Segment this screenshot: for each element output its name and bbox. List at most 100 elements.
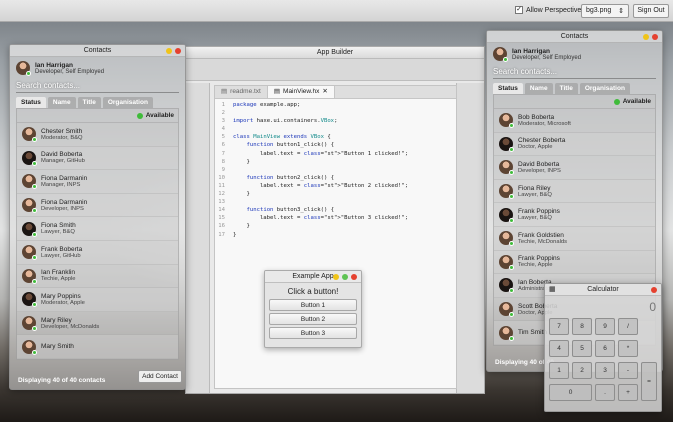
button-1[interactable]: Button 1 <box>269 299 357 311</box>
contact-role: Techie, Apple <box>41 276 76 283</box>
list-item[interactable]: Fiona Darmanin Manager, INPS <box>17 170 178 194</box>
list-item[interactable]: Bob Boberta Moderator, Microsoft <box>494 109 655 133</box>
minimize-icon[interactable] <box>333 274 339 280</box>
example-app-window: Example App Click a button! Button 1 But… <box>264 270 362 348</box>
background-select[interactable]: bg3.png ⇕ <box>581 4 629 18</box>
code-text: import haxe.ui.containers.VBox; <box>233 118 338 125</box>
tab-readme[interactable]: ▤ readme.txt <box>215 86 268 98</box>
contact-role: Techie, Apple <box>518 262 553 269</box>
avatar <box>22 316 37 332</box>
code-text: function button3_click() { <box>246 207 335 214</box>
button-2[interactable]: Button 2 <box>269 313 357 325</box>
calc-key[interactable]: + <box>618 384 638 401</box>
add-contact-button[interactable]: Add Contact <box>138 370 182 383</box>
calc-key[interactable]: 6 <box>595 340 615 357</box>
minimize-icon[interactable] <box>643 34 649 40</box>
search-input[interactable]: Search contacts... <box>16 80 179 93</box>
calc-key[interactable]: 4 <box>549 340 569 357</box>
calc-key[interactable]: 9 <box>595 318 615 335</box>
list-item[interactable]: Chester Boberta Doctor, Apple <box>494 132 655 157</box>
online-status-icon <box>509 264 514 270</box>
code-text: function button2_click() { <box>246 174 335 181</box>
list-item[interactable]: David Boberta Developer, INPS <box>494 156 655 180</box>
maximize-icon[interactable] <box>342 274 348 280</box>
profile-name: Ian Harrigan <box>35 61 73 69</box>
list-item[interactable]: Fiona Riley Lawyer, B&Q <box>494 179 655 204</box>
tab-mainview[interactable]: ▤ MainView.hx ✕ <box>267 86 335 98</box>
contact-role: Techie, McDonalds <box>518 238 567 245</box>
tab-organisation[interactable]: Organisation <box>102 97 153 108</box>
search-input[interactable]: Search contacts... <box>493 66 656 79</box>
profile-header: Ian Harrigan Developer, Self Employed <box>487 43 662 63</box>
online-status-icon <box>509 217 514 223</box>
tab-title[interactable]: Title <box>554 83 578 94</box>
calc-key[interactable]: = <box>641 362 657 401</box>
contacts-title: Contacts <box>487 31 662 43</box>
available-icon <box>136 112 143 119</box>
tab-status[interactable]: Status <box>493 83 523 94</box>
code-area[interactable]: 1 package example.app; 2 3 import haxe.ui.co… <box>215 99 456 239</box>
example-app-title-text: Example App <box>292 273 334 280</box>
calc-key[interactable]: 3 <box>595 362 615 379</box>
close-icon[interactable] <box>652 34 658 40</box>
code-line: 16 } <box>215 222 456 230</box>
tab-organisation[interactable]: Organisation <box>579 83 630 94</box>
minimize-icon[interactable] <box>166 48 172 54</box>
contact-tabs: Status Name Title Organisation <box>16 97 179 108</box>
calc-key[interactable]: * <box>618 340 638 357</box>
list-item[interactable]: Ian Franklin Techie, Apple <box>17 265 178 289</box>
list-item[interactable]: David Boberta Manager, GitHub <box>17 146 178 171</box>
window-controls <box>333 274 357 280</box>
close-icon[interactable]: ✕ <box>322 86 327 98</box>
code-line: 6 function button1_click() { <box>215 141 456 149</box>
calc-key[interactable]: 2 <box>572 362 592 379</box>
calc-key[interactable]: 0 <box>549 384 592 401</box>
list-item[interactable]: Frank Goldstien Techie, McDonalds <box>494 226 655 251</box>
perspective-label: Allow Perspective <box>526 6 582 14</box>
contact-text: Fiona Darmanin Developer, INPS <box>41 199 87 212</box>
calc-key[interactable]: 8 <box>572 318 592 335</box>
sign-out-button[interactable]: Sign Out <box>633 4 669 18</box>
online-status-icon <box>509 123 514 129</box>
list-item[interactable]: Mary Poppins Moderator, Apple <box>17 288 178 312</box>
contact-list[interactable]: Available Chester Smith Moderator, B&Q Dav… <box>16 108 179 360</box>
list-item[interactable]: Chester Smith Moderator, B&Q <box>17 123 178 147</box>
example-app-title: Example App <box>265 271 361 283</box>
list-item[interactable]: Fiona Darmanin Developer, INPS <box>17 193 178 218</box>
list-item[interactable]: Mary Riley Developer, McDonalds <box>17 312 178 336</box>
list-item[interactable]: Fiona Smith Lawyer, B&Q <box>17 217 178 241</box>
line-number: 1 <box>221 102 225 108</box>
list-item[interactable]: Frank Poppins Lawyer, B&Q <box>494 203 655 227</box>
app-builder-title: App Builder <box>186 47 484 59</box>
button-3[interactable]: Button 3 <box>269 327 357 339</box>
contact-text: Bob Boberta Moderator, Microsoft <box>518 114 571 127</box>
calc-key[interactable]: - <box>618 362 638 379</box>
calc-key[interactable]: 1 <box>549 362 569 379</box>
tab-status[interactable]: Status <box>16 97 46 108</box>
list-item[interactable]: Mary Smith <box>17 335 178 359</box>
contact-text: David Boberta Developer, INPS <box>518 161 561 174</box>
close-icon[interactable] <box>651 287 657 293</box>
calc-key[interactable]: . <box>595 384 615 401</box>
list-item[interactable]: Frank Poppins Techie, Apple <box>494 251 655 275</box>
tab-name[interactable]: Name <box>47 97 76 108</box>
contact-text: Ian Franklin Techie, Apple <box>41 269 75 282</box>
perspective-checkbox[interactable]: ✓ <box>515 6 523 14</box>
calc-key[interactable]: 5 <box>572 340 592 357</box>
tab-title[interactable]: Title <box>77 97 101 108</box>
close-icon[interactable] <box>351 274 357 280</box>
code-line: 17} <box>215 231 456 239</box>
calc-key[interactable]: / <box>618 318 638 335</box>
list-item[interactable]: Frank Boberta Lawyer, GitHub <box>17 240 178 265</box>
avatar <box>499 231 514 247</box>
perspective-toggle[interactable]: ✓ Allow Perspective <box>515 6 581 14</box>
calc-key[interactable]: 7 <box>549 318 569 335</box>
contacts-title-text: Contacts <box>83 47 112 54</box>
tab-name[interactable]: Name <box>524 83 553 94</box>
contact-name: Fiona Darmanin <box>41 198 88 206</box>
contact-name: Mary Smith <box>41 343 74 351</box>
available-icon <box>613 98 620 105</box>
avatar <box>22 339 37 355</box>
avatar <box>22 174 37 190</box>
close-icon[interactable] <box>175 48 181 54</box>
